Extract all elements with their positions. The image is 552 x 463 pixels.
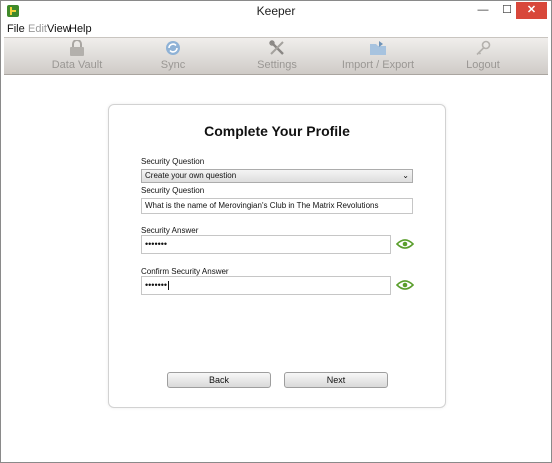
settings-button[interactable]: Settings bbox=[232, 40, 322, 71]
security-question-select[interactable]: Create your own question ⌄ bbox=[141, 169, 413, 183]
text-caret bbox=[168, 281, 170, 291]
minimize-button[interactable]: — bbox=[471, 2, 495, 19]
import-export-button[interactable]: Import / Export bbox=[333, 40, 423, 71]
key-icon bbox=[476, 40, 491, 56]
profile-card: Complete Your Profile Security Question … bbox=[108, 104, 446, 408]
toolbar: Data Vault Sync Settings Import / Export… bbox=[4, 37, 548, 75]
sync-button[interactable]: Sync bbox=[128, 40, 218, 71]
show-password-eye-icon[interactable] bbox=[396, 238, 414, 250]
security-question-input[interactable]: What is the name of Merovingian's Club i… bbox=[141, 198, 413, 214]
confirm-security-answer-label: Confirm Security Answer bbox=[141, 267, 229, 276]
security-question-select-label: Security Question bbox=[141, 157, 205, 166]
keeper-window: Keeper — ☐ ✕ File Edit View Help Data Va… bbox=[0, 0, 552, 463]
sync-icon bbox=[166, 41, 180, 55]
next-button[interactable]: Next bbox=[284, 372, 388, 388]
data-vault-label: Data Vault bbox=[51, 59, 103, 71]
window-title: Keeper bbox=[256, 4, 296, 18]
security-answer-field[interactable]: ••••••• bbox=[141, 235, 391, 254]
security-answer-label: Security Answer bbox=[141, 226, 199, 235]
title-bar: Keeper — ☐ ✕ bbox=[1, 1, 551, 22]
folder-icon bbox=[370, 41, 386, 55]
vault-lock-icon bbox=[70, 40, 84, 56]
menu-file[interactable]: File bbox=[7, 23, 25, 35]
sync-label: Sync bbox=[160, 59, 186, 71]
menu-help[interactable]: Help bbox=[69, 23, 92, 35]
data-vault-button[interactable]: Data Vault bbox=[32, 40, 122, 71]
menu-edit[interactable]: Edit bbox=[28, 23, 47, 35]
security-question-select-value: Create your own question bbox=[145, 171, 237, 180]
confirm-security-answer-field[interactable]: ••••••• bbox=[141, 276, 391, 295]
chevron-down-icon: ⌄ bbox=[402, 171, 409, 180]
logout-label: Logout bbox=[466, 59, 500, 71]
menu-bar: File Edit View Help bbox=[1, 22, 551, 37]
confirm-security-answer-value: ••••••• bbox=[145, 280, 168, 290]
menu-view[interactable]: View bbox=[47, 23, 71, 35]
page-title: Complete Your Profile bbox=[204, 123, 350, 139]
tools-icon bbox=[269, 40, 284, 55]
security-question-input-value: What is the name of Merovingian's Club i… bbox=[145, 201, 379, 210]
back-button[interactable]: Back bbox=[167, 372, 271, 388]
security-answer-value: ••••••• bbox=[145, 239, 168, 249]
settings-label: Settings bbox=[257, 59, 297, 71]
show-confirm-password-eye-icon[interactable] bbox=[396, 279, 414, 291]
close-button[interactable]: ✕ bbox=[516, 2, 547, 19]
logout-button[interactable]: Logout bbox=[438, 40, 528, 71]
import-export-label: Import / Export bbox=[341, 59, 415, 71]
security-question-text-label: Security Question bbox=[141, 186, 205, 195]
